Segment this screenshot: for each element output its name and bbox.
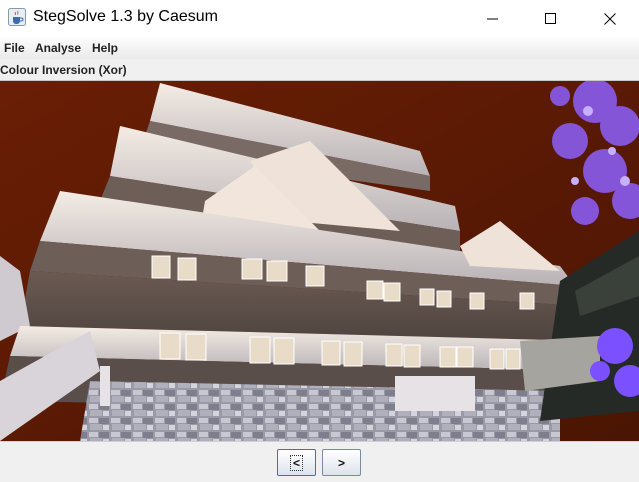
image-viewport[interactable] <box>0 81 639 441</box>
maximize-button[interactable] <box>528 0 574 37</box>
mode-label: Colour Inversion (Xor) <box>0 63 127 77</box>
window-title: StegSolve 1.3 by Caesum <box>33 8 218 25</box>
next-button[interactable]: > <box>322 449 361 476</box>
menu-bar: File Analyse Help <box>0 37 639 59</box>
close-button[interactable] <box>587 0 633 37</box>
menu-file[interactable]: File <box>4 41 25 55</box>
nav-bar: < > <box>0 441 639 482</box>
prev-button[interactable]: < <box>277 449 316 476</box>
mode-bar: Colour Inversion (Xor) <box>0 60 639 81</box>
minimize-button[interactable] <box>470 0 516 37</box>
menu-analyse[interactable]: Analyse <box>35 41 81 55</box>
close-icon <box>604 12 616 25</box>
inverted-image <box>0 81 639 441</box>
java-cup-icon <box>8 8 26 26</box>
prev-label: < <box>289 454 304 471</box>
maximize-icon <box>545 12 556 24</box>
next-label: > <box>337 455 345 470</box>
menu-help[interactable]: Help <box>92 41 118 55</box>
minimize-icon <box>487 18 498 19</box>
title-bar: StegSolve 1.3 by Caesum <box>0 0 639 37</box>
